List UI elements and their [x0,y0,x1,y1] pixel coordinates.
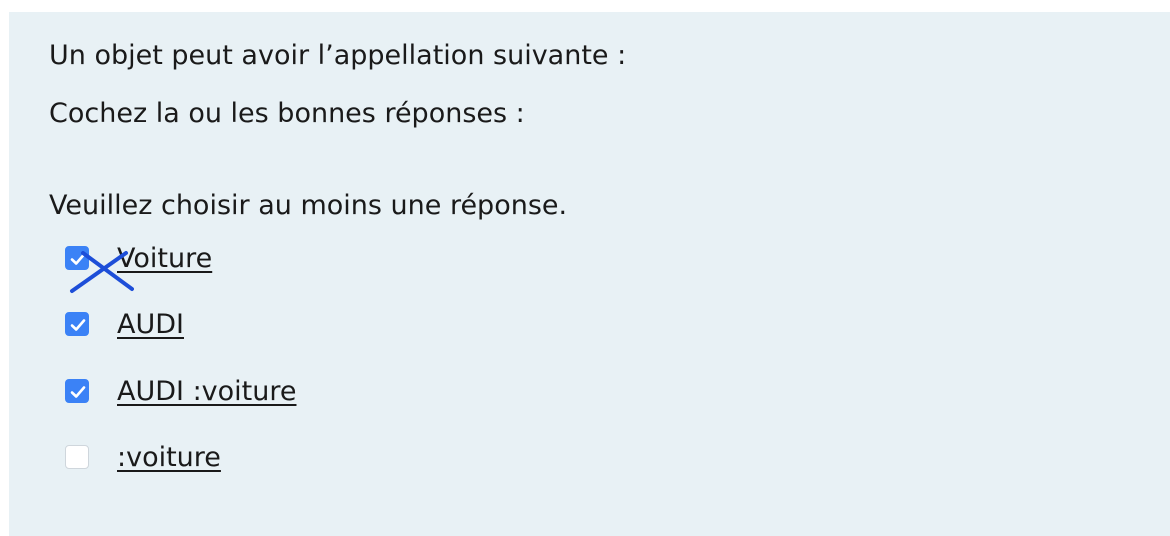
answer-label[interactable]: AUDI [117,309,184,340]
question-prompt: Un objet peut avoir l’appellation suivan… [49,40,627,71]
answer-label[interactable]: :voiture [117,442,221,473]
answer-option-audi[interactable]: AUDI [65,304,184,344]
answer-checkbox[interactable] [65,379,89,403]
checkmark-icon [70,319,86,331]
answer-checkbox[interactable] [65,246,134,293]
question-panel: Un objet peut avoir l’appellation suivan… [9,12,1170,536]
answer-checkbox[interactable] [65,445,89,469]
validation-message: Veuillez choisir au moins une réponse. [49,190,568,221]
answer-checkbox[interactable] [65,312,89,336]
checkmark-icon [70,386,86,398]
question-instruction: Cochez la ou les bonnes réponses : [49,98,525,129]
checkmark-icon [70,253,86,265]
answer-label[interactable]: AUDI :voiture [117,376,296,407]
answer-label[interactable]: Voiture [117,243,212,274]
answer-option-voiture-suffix[interactable]: :voiture [65,437,221,477]
answer-option-voiture[interactable]: Voiture [65,238,212,293]
answer-option-audi-voiture[interactable]: AUDI :voiture [65,371,296,411]
